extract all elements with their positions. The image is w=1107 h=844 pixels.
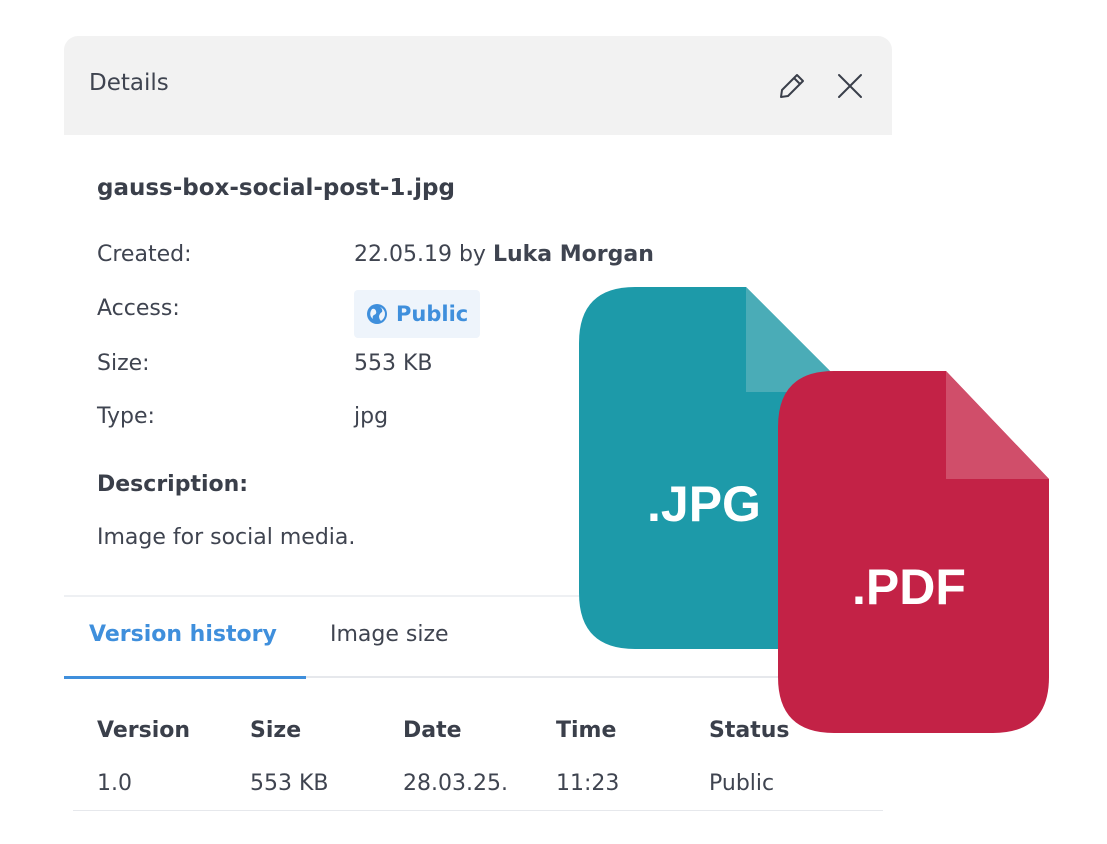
column-header-time: Time (556, 718, 617, 743)
panel-header: Details (64, 36, 892, 135)
tab-underline (64, 676, 892, 679)
close-icon (838, 74, 862, 98)
file-name: gauss-box-social-post-1.jpg (97, 175, 455, 201)
tab-version-history[interactable]: Version history (89, 622, 277, 647)
description-heading: Description: (97, 472, 249, 497)
access-badge[interactable]: Public (354, 290, 481, 338)
column-header-version: Version (97, 718, 191, 743)
tab-image-size[interactable]: Image size (330, 622, 449, 647)
pdf-file-shape (778, 371, 1049, 733)
table-cell-version: 1.0 (97, 771, 132, 796)
table-cell-size: 553 KB (250, 771, 329, 796)
type-label: Type: (97, 404, 155, 429)
table-cell-status: Public (709, 771, 775, 796)
jpg-label: .JPG (647, 476, 761, 532)
type-value: jpg (354, 404, 389, 429)
close-button[interactable] (830, 66, 870, 106)
column-header-date: Date (403, 718, 462, 743)
table-cell-date: 28.03.25. (403, 771, 508, 796)
created-date: 22.05.19 by (354, 242, 493, 267)
access-label: Access: (97, 296, 180, 321)
created-by: Luka Morgan (492, 242, 654, 267)
active-tab-indicator (64, 676, 306, 679)
created-value: 22.05.19 by Luka Morgan (354, 242, 654, 267)
table-cell-time: 11:23 (556, 771, 620, 796)
column-header-size: Size (250, 718, 302, 743)
size-value: 553 KB (354, 351, 433, 376)
size-label: Size: (97, 351, 150, 376)
pdf-label: .PDF (852, 559, 966, 615)
table-row-divider (73, 810, 883, 811)
description-text: Image for social media. (97, 525, 356, 550)
created-label: Created: (97, 242, 192, 267)
edit-button[interactable] (772, 66, 812, 106)
pdf-file-icon: .PDF (778, 371, 1049, 733)
access-value: Public (396, 302, 469, 326)
globe-icon (367, 304, 387, 324)
pencil-icon (780, 74, 804, 98)
panel-title: Details (89, 70, 169, 96)
